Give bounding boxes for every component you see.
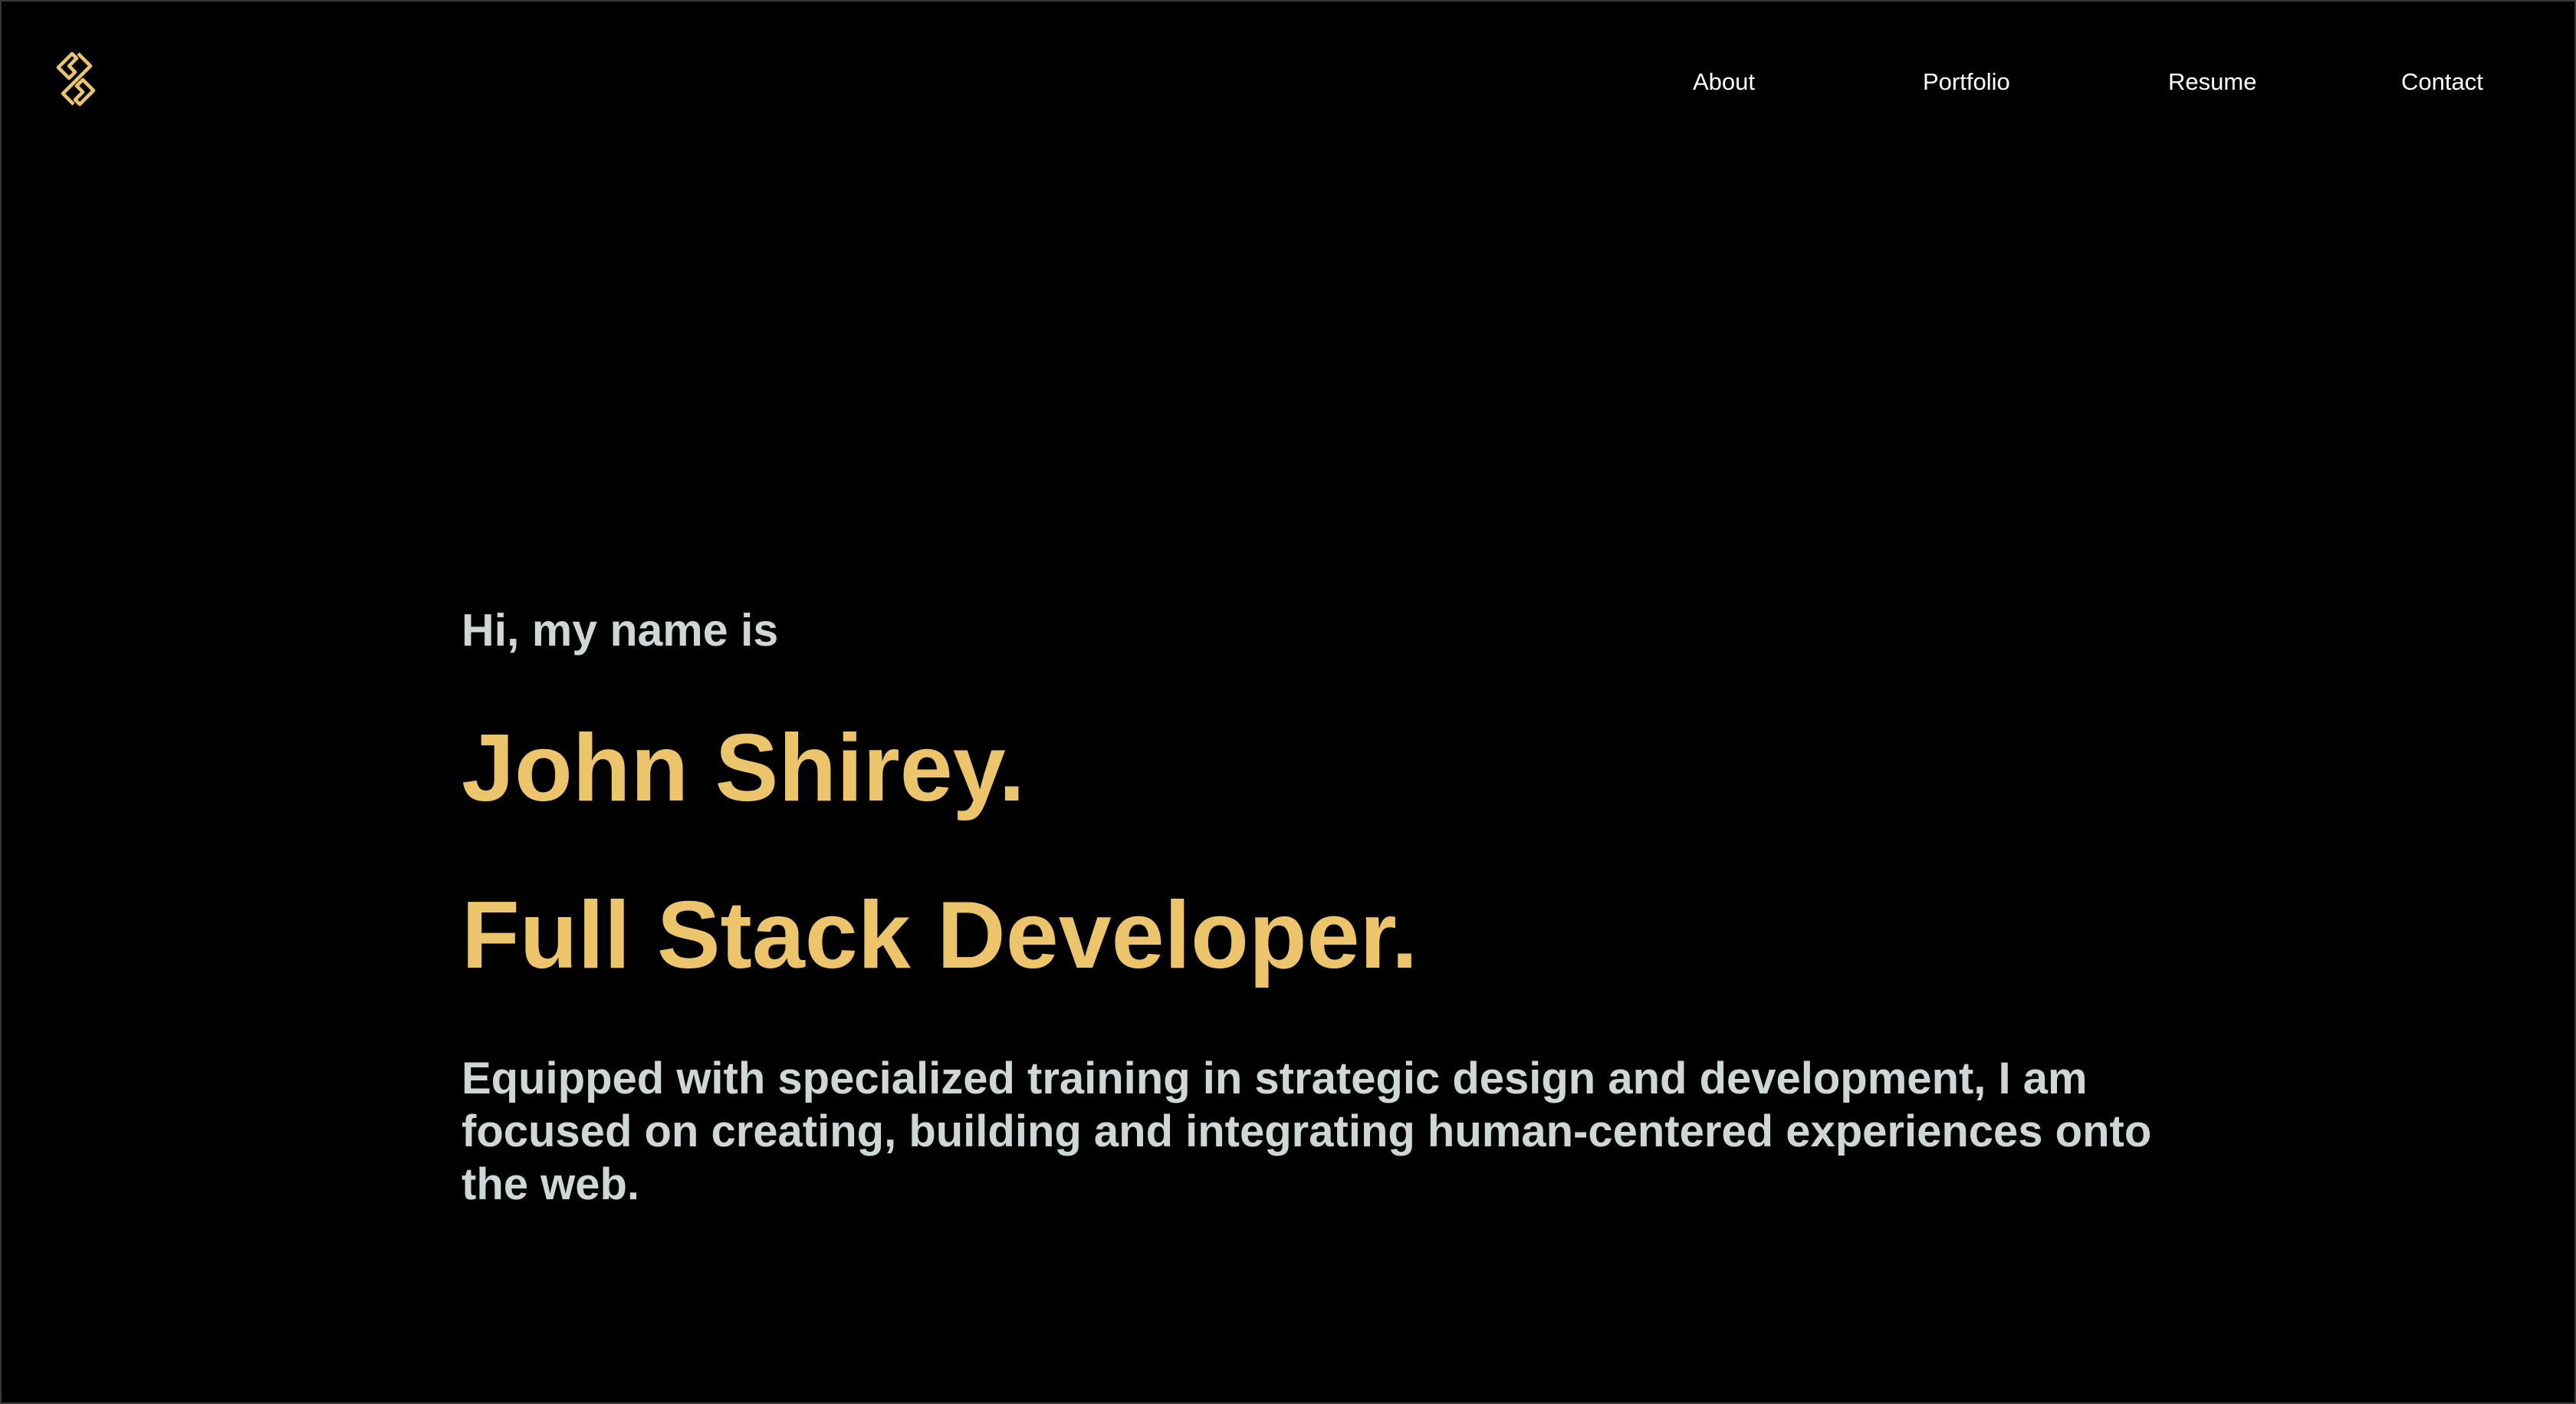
nav-resume[interactable]: Resume [2168,64,2256,100]
hero-greeting: Hi, my name is [462,605,779,656]
nav-about[interactable]: About [1693,64,1755,100]
page-frame: About Portfolio Resume Contact Hi, my na… [0,0,2576,1404]
hero-description: Equipped with specialized training in st… [462,1054,2152,1209]
hero-role: Full Stack Developer. [462,883,1418,988]
nav-contact[interactable]: Contact [2401,64,2483,100]
hero-name: John Shirey. [462,715,1025,821]
nav-portfolio[interactable]: Portfolio [1923,64,2010,100]
logo-icon[interactable] [52,51,100,107]
